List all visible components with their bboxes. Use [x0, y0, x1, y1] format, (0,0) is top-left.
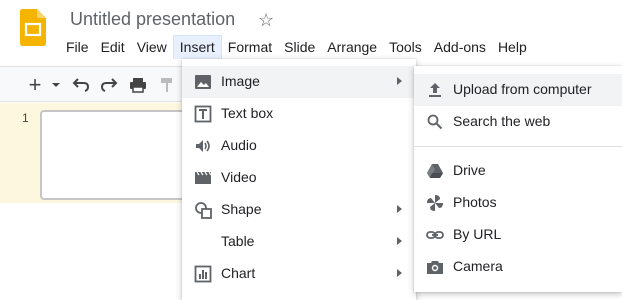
submenu-arrow-icon	[397, 205, 402, 213]
camera-icon	[427, 261, 443, 274]
menu-insert[interactable]: Insert	[172, 35, 222, 59]
undo-icon[interactable]	[70, 73, 92, 97]
menu-format[interactable]: Format	[222, 35, 278, 59]
menu-item-label: Audio	[221, 137, 257, 153]
text-box-icon	[194, 105, 212, 123]
submenu-item-label: By URL	[453, 226, 502, 242]
menu-item-label: Table	[221, 233, 255, 249]
menu-edit[interactable]: Edit	[95, 35, 131, 59]
menu-item-shape[interactable]: Shape	[182, 194, 416, 226]
menu-item-image[interactable]: Image	[182, 66, 416, 98]
menu-item-chart[interactable]: Chart	[182, 258, 416, 290]
redo-icon[interactable]	[98, 73, 120, 97]
plus-icon[interactable]: +	[24, 73, 46, 97]
menu-view[interactable]: View	[131, 35, 173, 59]
menu-slide[interactable]: Slide	[278, 35, 321, 59]
dropdown-icon[interactable]	[49, 73, 63, 97]
menu-item-label: Chart	[221, 265, 256, 281]
slide-thumbnail[interactable]	[40, 110, 190, 200]
menu-item-table[interactable]: Table	[182, 226, 416, 258]
slide-number: 1	[22, 111, 29, 125]
menu-item-audio[interactable]: Audio	[182, 130, 416, 162]
submenu-item-label: Photos	[453, 194, 497, 210]
menu-item-label: Shape	[221, 201, 262, 217]
print-icon[interactable]	[127, 73, 149, 97]
submenu-item-label: Camera	[453, 258, 503, 274]
submenu-item-search-the-web[interactable]: Search the web	[414, 106, 622, 138]
submenu-arrow-icon	[397, 77, 402, 85]
submenu-item-label: Search the web	[453, 113, 551, 129]
submenu-item-drive[interactable]: Drive	[414, 155, 622, 187]
image-icon	[195, 75, 211, 89]
submenu-item-by-url[interactable]: By URL	[414, 219, 622, 251]
link-icon	[426, 231, 444, 239]
image-submenu: Upload from computer Search the web Driv…	[414, 66, 622, 292]
menu-help[interactable]: Help	[492, 35, 533, 59]
audio-icon	[196, 140, 210, 152]
menu-item-label: Text box	[221, 105, 274, 121]
chart-icon	[194, 265, 212, 283]
drive-icon	[427, 164, 443, 178]
submenu-arrow-icon	[397, 269, 402, 277]
paint-format-icon[interactable]	[156, 73, 178, 97]
menu-item-video[interactable]: Video	[182, 162, 416, 194]
submenu-item-label: Upload from computer	[453, 81, 592, 97]
submenu-item-label: Drive	[453, 162, 486, 178]
menu-item-text-box[interactable]: Text box	[182, 98, 416, 130]
submenu-item-photos[interactable]: Photos	[414, 187, 622, 219]
menu-arrange[interactable]: Arrange	[321, 35, 383, 59]
document-title[interactable]: Untitled presentation	[70, 9, 235, 30]
filmstrip: 1	[0, 103, 190, 203]
upload-icon	[429, 83, 441, 97]
menubar: File Edit View Insert Format Slide Arran…	[60, 35, 533, 59]
menu-divider	[414, 146, 622, 147]
menu-item-label: Image	[221, 73, 260, 89]
menu-item-label: Video	[221, 169, 257, 185]
insert-menu: Image Text box Audio Video Shape Table C…	[182, 59, 416, 300]
video-icon	[195, 171, 212, 184]
menu-tools[interactable]: Tools	[383, 35, 428, 59]
search-icon	[427, 114, 443, 130]
menu-file[interactable]: File	[60, 35, 95, 59]
menu-add-ons[interactable]: Add-ons	[428, 35, 492, 59]
submenu-item-upload-from-computer[interactable]: Upload from computer	[414, 74, 622, 106]
star-icon[interactable]: ☆	[258, 10, 274, 31]
google-slides-logo[interactable]	[20, 9, 46, 46]
submenu-arrow-icon	[397, 237, 402, 245]
shape-icon	[195, 202, 212, 219]
photos-icon	[427, 195, 443, 211]
submenu-item-camera[interactable]: Camera	[414, 251, 622, 283]
